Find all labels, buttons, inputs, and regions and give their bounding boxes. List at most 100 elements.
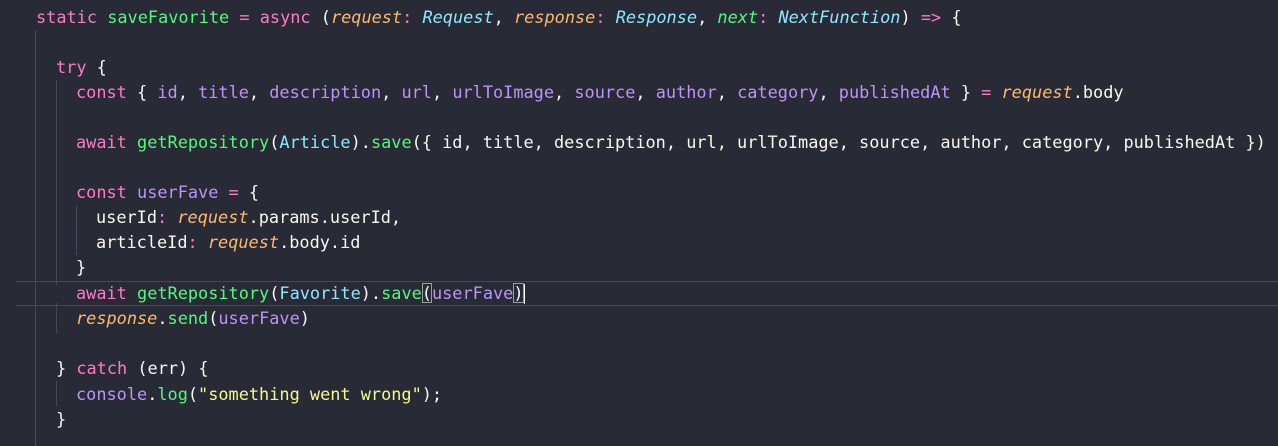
keyword-catch: catch (76, 358, 128, 378)
variable: userFave (218, 308, 300, 328)
code-line-articleid: articleId: request.body.id (0, 230, 1278, 255)
punctuation: , (431, 82, 453, 102)
function-call: getRepository (137, 132, 270, 152)
code-line-console-log: console.log("something went wrong"); (0, 382, 1278, 407)
class-name: Article (279, 132, 351, 152)
punctuation: : (187, 232, 208, 252)
code-line-catch: } catch (err) { (0, 356, 1278, 381)
punctuation: , (697, 7, 718, 27)
punctuation: ). (360, 283, 382, 303)
punctuation: , (177, 82, 199, 102)
punctuation: { (941, 7, 962, 27)
code-line-close-object: } (0, 255, 1278, 280)
punctuation: ( (187, 384, 199, 404)
code-line-try: try { (0, 55, 1278, 80)
keyword-await: await (76, 132, 127, 152)
arrow-operator: => (920, 7, 942, 27)
variable: title (198, 82, 249, 102)
punctuation: ). (350, 132, 371, 152)
variable: url (401, 82, 432, 102)
code-line-save-favorite-current: await getRepository(Favorite).save(userF… (16, 281, 1278, 306)
function-call: save (381, 283, 422, 303)
code-line-send: response.send(userFave) (0, 306, 1278, 331)
text-cursor (523, 284, 525, 304)
punctuation: ( (310, 7, 331, 27)
punctuation: , (635, 82, 656, 102)
keyword-const: const (76, 182, 127, 202)
param-response: response (76, 308, 158, 328)
arguments: ({ id, title, description, url, urlToIma… (411, 132, 1266, 152)
param-request: request (330, 7, 403, 27)
keyword-await: await (76, 283, 127, 303)
punctuation: ) (900, 7, 921, 27)
punctuation: ( (269, 132, 280, 152)
punctuation: , (554, 82, 575, 102)
punctuation: : (595, 7, 616, 27)
punctuation: : (758, 7, 779, 27)
variable: source (574, 82, 636, 102)
type-request: Request (422, 7, 494, 27)
variable: category (737, 82, 819, 102)
bracket-match-open: ( (421, 283, 432, 303)
keyword-try: try (56, 57, 87, 77)
variable: id (157, 82, 178, 102)
punctuation: ( (208, 308, 219, 328)
variable: publishedAt (838, 82, 951, 102)
code-editor[interactable]: static saveFavorite = async (request: Re… (0, 0, 1278, 446)
punctuation: { (248, 182, 260, 202)
operator: = (229, 7, 260, 27)
variable: author (655, 82, 717, 102)
object-key: articleId (96, 232, 188, 252)
punctuation: } (76, 257, 87, 277)
punctuation: } (56, 409, 67, 429)
catch-args: (err) { (127, 358, 209, 378)
keyword-async: async (259, 7, 311, 27)
code-line-save-article: await getRepository(Article).save({ id, … (0, 130, 1278, 155)
type-response: Response (615, 7, 698, 27)
punctuation: , (493, 7, 514, 27)
keyword-static: static (36, 7, 98, 27)
function-call: save (370, 132, 412, 152)
property-access: .body.id (279, 232, 361, 252)
param-request: request (207, 232, 280, 252)
punctuation: , (381, 82, 402, 102)
operator: = (981, 82, 992, 102)
object-key: userId (96, 207, 158, 227)
string-literal: "something went wrong" (198, 384, 422, 404)
param-response: response (514, 7, 596, 27)
variable: userFave (431, 283, 514, 303)
punctuation: , (716, 82, 738, 102)
punctuation: { (126, 82, 158, 102)
function-call: send (167, 308, 209, 328)
punctuation: , (818, 82, 839, 102)
punctuation: ); (421, 384, 443, 404)
param-next: next (717, 7, 759, 27)
variable: userFave (137, 182, 219, 202)
punctuation: . (157, 308, 168, 328)
punctuation: , (248, 82, 270, 102)
punctuation: { (86, 57, 107, 77)
punctuation: ) (299, 308, 310, 328)
punctuation: : (402, 7, 423, 27)
type-nextfunction: NextFunction (778, 7, 901, 27)
method-name: saveFavorite (107, 7, 230, 27)
param-request: request (1001, 82, 1073, 102)
property-access: .params.userId, (248, 207, 402, 227)
property-access: .body (1072, 82, 1124, 102)
code-line-close-catch: } (0, 407, 1278, 432)
class-name: Favorite (279, 283, 361, 303)
code-line-method-signature: static saveFavorite = async (request: Re… (0, 5, 1278, 30)
param-request: request (177, 207, 249, 227)
punctuation: ( (269, 283, 280, 303)
code-line-destructure: const { id, title, description, url, url… (0, 80, 1278, 105)
code-line-userfave-decl: const userFave = { (0, 180, 1278, 205)
punctuation: . (147, 384, 158, 404)
punctuation: } (56, 358, 77, 378)
variable: urlToImage (452, 82, 555, 102)
code-line-userid: userId: request.params.userId, (0, 205, 1278, 230)
punctuation: } (950, 82, 982, 102)
